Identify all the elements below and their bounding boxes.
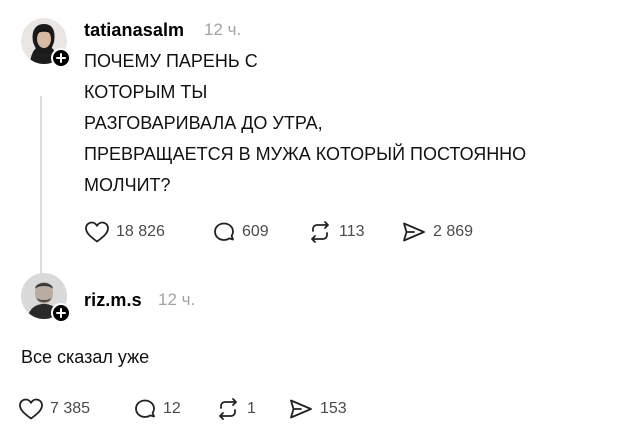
follow-plus-icon[interactable] bbox=[51, 48, 71, 68]
post-line: Все сказал уже bbox=[21, 347, 150, 367]
comment-icon bbox=[214, 222, 234, 241]
post-time: 12 ч. bbox=[158, 290, 196, 309]
share-count: 2 869 bbox=[433, 223, 474, 240]
like-count: 7 385 bbox=[50, 400, 91, 417]
post-line: КОТОРЫМ ТЫ bbox=[84, 82, 208, 102]
post-body: Все сказал уже bbox=[21, 342, 149, 373]
post-line: ПРЕВРАЩАЕТСЯ В МУЖА КОТОРЫЙ ПОСТОЯННО bbox=[84, 144, 527, 164]
share-icon bbox=[403, 222, 425, 242]
share-button[interactable]: 2 869 bbox=[401, 220, 473, 244]
post-username[interactable]: riz.m.s bbox=[84, 290, 142, 311]
post-body: ПОЧЕМУ ПАРЕНЬ С КОТОРЫМ ТЫ РАЗГОВАРИВАЛА… bbox=[84, 46, 526, 201]
reply-count: 12 bbox=[163, 400, 181, 417]
repost-button[interactable]: 1 bbox=[215, 397, 256, 421]
post-line: ПОЧЕМУ ПАРЕНЬ С bbox=[84, 51, 258, 71]
repost-icon bbox=[219, 398, 237, 420]
comment-icon bbox=[135, 399, 155, 418]
avatar-riz-m-s[interactable] bbox=[21, 273, 71, 323]
like-count: 18 826 bbox=[116, 223, 165, 240]
post-line: РАЗГОВАРИВАЛА ДО УТРА, bbox=[84, 113, 323, 133]
repost-button[interactable]: 113 bbox=[307, 220, 365, 244]
thread-line bbox=[40, 96, 42, 280]
heart-icon bbox=[85, 221, 109, 243]
follow-plus-icon[interactable] bbox=[51, 303, 71, 323]
reply-count: 609 bbox=[242, 223, 269, 240]
like-button[interactable]: 7 385 bbox=[18, 397, 90, 421]
post-line: МОЛЧИТ? bbox=[84, 175, 171, 195]
like-button[interactable]: 18 826 bbox=[84, 220, 165, 244]
post-time: 12 ч. bbox=[204, 20, 242, 39]
avatar-tatianasalm[interactable] bbox=[21, 18, 71, 68]
share-count: 153 bbox=[320, 400, 347, 417]
share-icon bbox=[290, 399, 312, 419]
repost-icon bbox=[311, 221, 329, 243]
repost-count: 113 bbox=[339, 223, 365, 240]
repost-count: 1 bbox=[247, 400, 256, 417]
reply-button[interactable]: 609 bbox=[212, 220, 269, 244]
share-button[interactable]: 153 bbox=[288, 397, 347, 421]
post-username[interactable]: tatianasalm bbox=[84, 20, 184, 41]
reply-button[interactable]: 12 bbox=[133, 397, 181, 421]
heart-icon bbox=[19, 398, 43, 420]
